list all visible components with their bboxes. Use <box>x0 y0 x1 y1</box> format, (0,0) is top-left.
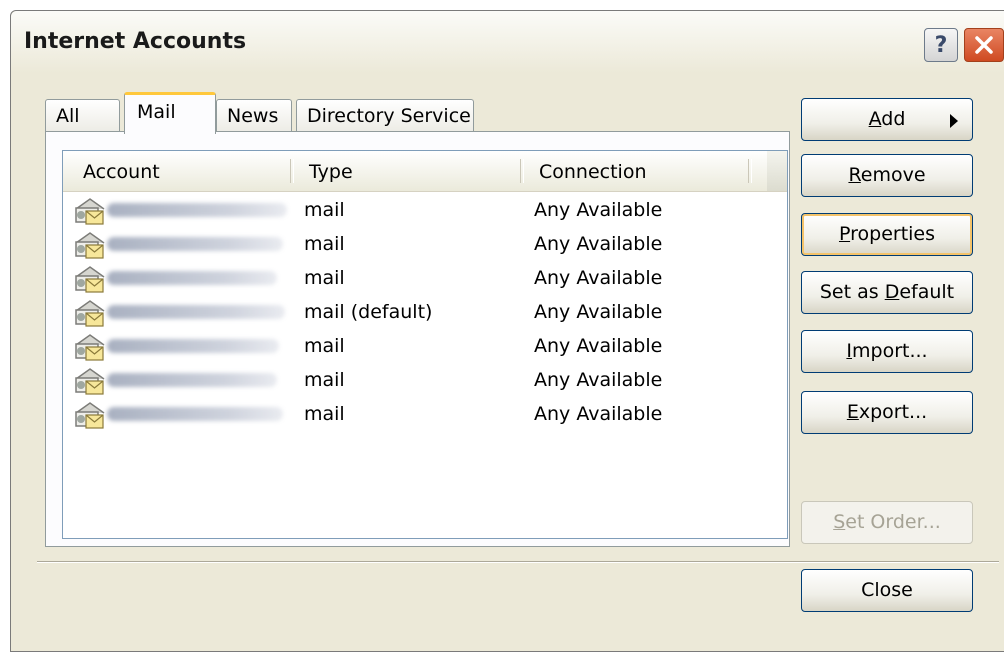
help-button[interactable]: ? <box>924 28 958 62</box>
import-button-label: Import... <box>846 340 928 362</box>
redacted-account-name <box>107 305 285 319</box>
list-item[interactable]: mail Any Available <box>63 329 783 363</box>
account-list[interactable]: Account Type Connection mail Any Availabl… <box>62 150 788 539</box>
cell-connection: Any Available <box>534 267 663 289</box>
tab-news-label: News <box>227 105 279 127</box>
redacted-account-name <box>107 407 283 421</box>
submenu-arrow-icon <box>950 114 958 128</box>
mail-account-icon <box>75 334 105 361</box>
list-item[interactable]: mail Any Available <box>63 193 783 227</box>
list-item[interactable]: mail (default) Any Available <box>63 295 783 329</box>
set-order-button[interactable]: Set Order... <box>801 501 973 544</box>
properties-button[interactable]: Properties <box>801 213 973 256</box>
redacted-account-name <box>107 373 277 387</box>
add-button[interactable]: Add <box>801 98 973 141</box>
tab-all[interactable]: All <box>45 99 120 133</box>
remove-button-label: Remove <box>848 164 926 186</box>
add-button-label: Add <box>868 108 906 130</box>
cell-type: mail <box>304 335 345 357</box>
list-item[interactable]: mail Any Available <box>63 227 783 261</box>
mail-account-icon <box>75 232 105 259</box>
cell-connection: Any Available <box>534 335 663 357</box>
redacted-account-name <box>107 271 277 285</box>
column-header-type[interactable]: Type <box>309 151 519 191</box>
list-item[interactable]: mail Any Available <box>63 363 783 397</box>
list-header: Account Type Connection <box>63 151 787 192</box>
cell-type: mail (default) <box>304 301 433 323</box>
tab-mail[interactable]: Mail <box>124 92 216 134</box>
tab-mail-label: Mail <box>137 101 176 123</box>
column-header-account-label: Account <box>83 161 160 183</box>
cell-type: mail <box>304 267 345 289</box>
cell-connection: Any Available <box>534 369 663 391</box>
column-header-type-label: Type <box>309 161 353 183</box>
mail-account-icon <box>75 266 105 293</box>
column-divider[interactable] <box>520 159 524 183</box>
redacted-account-name <box>107 339 279 353</box>
cell-type: mail <box>304 199 345 221</box>
mail-account-icon <box>75 198 105 225</box>
mail-account-icon <box>75 368 105 395</box>
header-filler <box>767 151 787 191</box>
cell-type: mail <box>304 369 345 391</box>
close-button-label: Close <box>861 579 913 601</box>
tab-news[interactable]: News <box>216 99 292 133</box>
set-as-default-button-label: Set as Default <box>819 281 955 303</box>
properties-button-label: Properties <box>838 223 936 245</box>
tab-directory-service[interactable]: Directory Service <box>296 99 474 133</box>
import-button[interactable]: Import... <box>801 330 973 373</box>
column-divider[interactable] <box>748 159 752 183</box>
help-icon: ? <box>934 32 948 58</box>
window-title: Internet Accounts <box>24 29 247 54</box>
column-divider[interactable] <box>290 159 294 183</box>
list-item[interactable]: mail Any Available <box>63 397 783 431</box>
mail-account-icon <box>75 402 105 429</box>
cell-connection: Any Available <box>534 403 663 425</box>
window-close-button[interactable] <box>964 28 1004 62</box>
close-icon <box>975 36 993 54</box>
set-as-default-button[interactable]: Set as Default <box>801 271 973 314</box>
dialog-separator <box>37 561 999 563</box>
cell-connection: Any Available <box>534 199 663 221</box>
internet-accounts-dialog: Internet Accounts ? All Mail News Direct… <box>10 10 1004 652</box>
set-order-button-label: Set Order... <box>833 511 941 533</box>
tab-all-label: All <box>56 105 80 127</box>
mail-tab-panel: Account Type Connection mail Any Availabl… <box>45 131 790 547</box>
column-header-account[interactable]: Account <box>83 151 293 191</box>
mail-account-icon <box>75 300 105 327</box>
close-button[interactable]: Close <box>801 569 973 612</box>
column-header-connection[interactable]: Connection <box>539 151 749 191</box>
redacted-account-name <box>107 203 287 217</box>
title-bar[interactable]: Internet Accounts ? <box>11 11 1004 73</box>
cell-connection: Any Available <box>534 233 663 255</box>
tab-directory-service-label: Directory Service <box>307 105 471 127</box>
column-header-connection-label: Connection <box>539 161 647 183</box>
export-button[interactable]: Export... <box>801 391 973 434</box>
export-button-label: Export... <box>846 401 928 423</box>
list-item[interactable]: mail Any Available <box>63 261 783 295</box>
redacted-account-name <box>107 237 283 251</box>
cell-type: mail <box>304 233 345 255</box>
cell-type: mail <box>304 403 345 425</box>
cell-connection: Any Available <box>534 301 663 323</box>
remove-button[interactable]: Remove <box>801 154 973 197</box>
